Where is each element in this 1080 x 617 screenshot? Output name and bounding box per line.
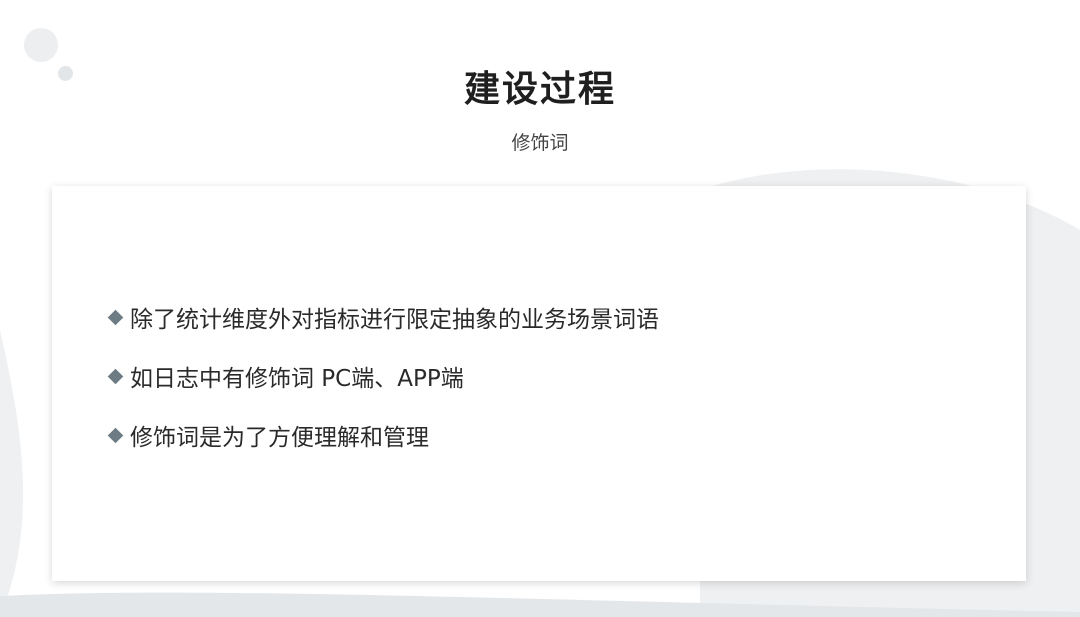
bullet-text: 除了统计维度外对指标进行限定抽象的业务场景词语 [130,307,659,333]
slide-subtitle: 修饰词 [511,132,569,154]
bullet-text: 修饰词是为了方便理解和管理 [130,425,429,451]
bullet-item: 如日志中有修饰词 PC端、APP端 [106,357,659,395]
decorative-circle-large [24,28,58,62]
bullet-list: 除了统计维度外对指标进行限定抽象的业务场景词语 如日志中有修饰词 PC端、APP… [106,298,659,475]
diamond-icon [107,368,124,384]
background-curve-left [0,330,24,617]
diamond-icon [107,309,124,325]
content-card: 除了统计维度外对指标进行限定抽象的业务场景词语 如日志中有修饰词 PC端、APP… [52,186,1026,581]
bullet-text: 如日志中有修饰词 PC端、APP端 [130,366,464,392]
slide-title: 建设过程 [463,69,616,110]
bullet-item: 修饰词是为了方便理解和管理 [106,416,659,454]
bullet-item: 除了统计维度外对指标进行限定抽象的业务场景词语 [106,298,659,336]
diamond-icon [107,427,124,443]
